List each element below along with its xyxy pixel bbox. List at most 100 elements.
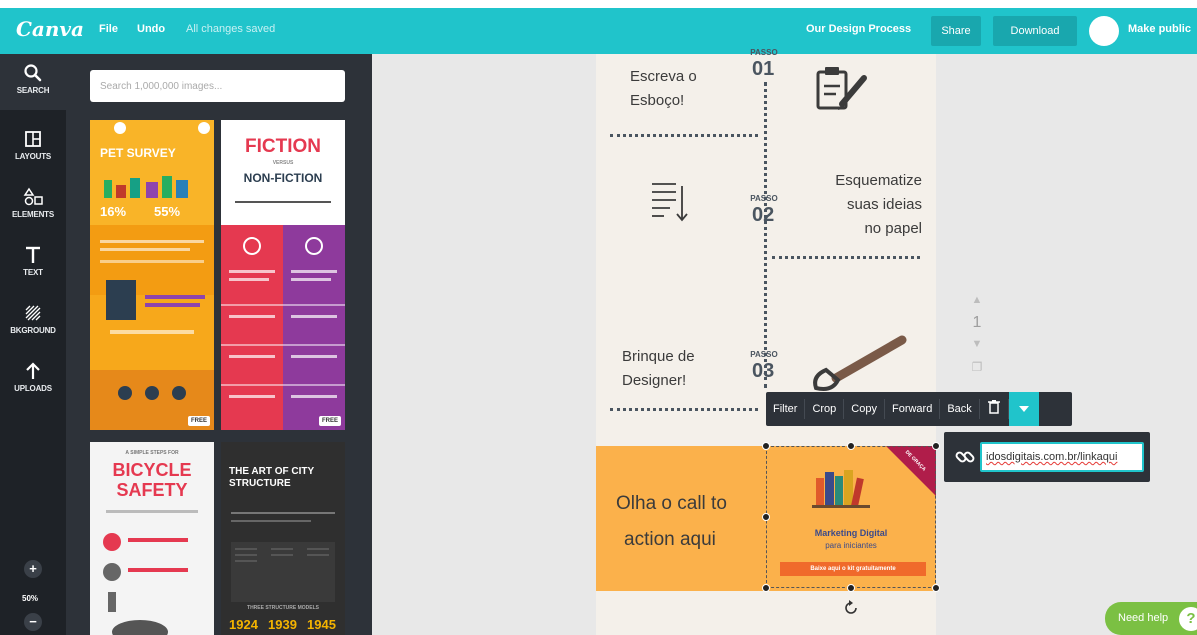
city-title-2: STRUCTURE	[229, 478, 291, 489]
pet-survey-art	[90, 120, 214, 430]
bicycle-title-1: BICYCLE	[112, 460, 192, 480]
city-year-3: 1945	[307, 617, 336, 632]
step2-text-1[interactable]: Esquematize	[792, 170, 922, 192]
page-number: 1	[972, 314, 982, 331]
step2-text-3[interactable]: no papel	[792, 218, 922, 240]
forward-button[interactable]: Forward	[885, 392, 939, 426]
copy-button[interactable]: Copy	[844, 392, 884, 426]
zoom-out-button[interactable]: −	[24, 613, 42, 631]
background-icon	[25, 305, 41, 321]
fiction-versus: VERSUS	[272, 160, 294, 166]
step1-text-2[interactable]: Esboço!	[630, 90, 684, 112]
crop-button[interactable]: Crop	[805, 392, 843, 426]
move-page-down-icon[interactable]: ▼	[962, 338, 992, 350]
timeline-spine	[764, 82, 767, 388]
resize-handle-tr[interactable]	[932, 442, 940, 450]
design-canvas: Escreva o Esboço! PASSO 01 PASSO 02 Esqu…	[372, 48, 1197, 635]
cta-text-2[interactable]: action aqui	[624, 526, 716, 554]
pet-survey-title: PET SURVEY	[100, 146, 176, 160]
tool-background[interactable]: BKGROUND	[0, 294, 66, 350]
fiction-title: FICTION	[245, 136, 321, 157]
template-pet-survey[interactable]: PET SURVEY 16% 55% FREE	[90, 120, 214, 430]
element-action-bar: Filter Crop Copy Forward Back	[766, 392, 1072, 426]
resize-handle-br[interactable]	[932, 584, 940, 592]
zoom-in-button[interactable]: +	[24, 560, 42, 578]
upload-icon	[26, 362, 40, 379]
resize-handle-left[interactable]	[762, 513, 770, 521]
step2-text-2[interactable]: suas ideias	[792, 194, 922, 216]
template-fiction[interactable]: FICTION VERSUS NON-FICTION FREE	[221, 120, 345, 430]
paintbrush-icon[interactable]	[802, 332, 912, 394]
step3-text-2[interactable]: Designer!	[622, 370, 686, 392]
duplicate-page-icon[interactable]: ❐	[962, 360, 992, 374]
undo-button[interactable]: Undo	[137, 23, 165, 35]
cta-text-1[interactable]: Olha o call to	[616, 490, 727, 518]
step2-label: PASSO	[750, 194, 778, 203]
free-badge: FREE	[318, 416, 341, 426]
city-title-1: THE ART OF CITY	[229, 466, 315, 477]
tool-label: LAYOUTS	[14, 152, 52, 161]
pet-survey-stat-a: 16%	[100, 204, 127, 219]
tool-uploads[interactable]: UPLOADS	[0, 352, 66, 408]
link-popover: idosdigitais.com.br/linkaqui	[944, 432, 1150, 482]
tool-layouts[interactable]: LAYOUTS	[0, 120, 66, 176]
step3-number: 03	[752, 360, 775, 382]
selection-box[interactable]	[766, 446, 936, 588]
canva-logo[interactable]: Canva	[16, 17, 84, 41]
resize-handle-bl[interactable]	[762, 584, 770, 592]
make-public-toggle[interactable]	[1089, 16, 1119, 46]
tool-text[interactable]: TEXT	[0, 236, 66, 292]
resize-handle-top[interactable]	[847, 442, 855, 450]
save-status: All changes saved	[186, 23, 276, 35]
tool-search[interactable]: SEARCH	[0, 54, 66, 110]
rotate-handle-icon[interactable]	[843, 600, 859, 616]
more-options-button[interactable]	[1008, 392, 1039, 426]
tool-label: BKGROUND	[10, 326, 56, 335]
templates-panel: PET SURVEY 16% 55% FREE FICTI	[66, 54, 372, 635]
step1-number: 01	[752, 58, 775, 80]
bicycle-title-2: SAFETY	[116, 480, 188, 500]
tool-label: TEXT	[23, 268, 43, 277]
divider-1	[610, 134, 758, 137]
share-button[interactable]: Share	[931, 16, 981, 46]
tool-label: UPLOADS	[14, 384, 52, 393]
step3-text-1[interactable]: Brinque de	[622, 346, 695, 368]
clipboard-pencil-icon[interactable]	[812, 64, 872, 116]
move-page-up-icon[interactable]: ▲	[962, 294, 992, 306]
image-search-input[interactable]	[90, 70, 345, 102]
need-help-label: Need help	[1118, 612, 1169, 624]
left-toolbar: SEARCH LAYOUTS ELEMENTS TEXT BKGROUND UP…	[0, 54, 66, 635]
video-caption-strip	[0, 0, 1197, 8]
link-url-input[interactable]: idosdigitais.com.br/linkaqui	[980, 442, 1144, 472]
chevron-down-icon	[1018, 406, 1029, 412]
delete-button[interactable]	[980, 399, 1008, 419]
divider-2	[772, 256, 920, 259]
resize-handle-bottom[interactable]	[847, 584, 855, 592]
filter-button[interactable]: Filter	[766, 392, 804, 426]
list-sort-icon[interactable]	[650, 180, 690, 224]
template-city-structure[interactable]: THE ART OF CITY STRUCTURE THREE STRUCTUR…	[221, 442, 345, 635]
bicycle-kicker: A SIMPLE STEPS FOR	[125, 450, 179, 456]
step1-text-1[interactable]: Escreva o	[630, 66, 697, 88]
free-badge: FREE	[187, 416, 210, 426]
text-icon	[26, 246, 40, 263]
link-url-text: idosdigitais.com.br/linkaqui	[986, 451, 1118, 463]
shapes-icon	[23, 187, 43, 206]
tool-label: ELEMENTS	[12, 210, 54, 219]
fiction-subtitle: NON-FICTION	[243, 171, 323, 185]
resize-handle-tl[interactable]	[762, 442, 770, 450]
canva-editor: Canva File Undo All changes saved Our De…	[0, 0, 1197, 635]
template-bicycle-safety[interactable]: A SIMPLE STEPS FOR BICYCLE SAFETY	[90, 442, 214, 635]
download-button[interactable]: Download	[993, 16, 1077, 46]
city-models-label: THREE STRUCTURE MODELS	[247, 605, 319, 611]
pet-survey-stat-b: 55%	[154, 204, 181, 219]
document-title[interactable]: Our Design Process	[806, 23, 911, 35]
tool-elements[interactable]: ELEMENTS	[0, 178, 66, 234]
city-year-1: 1924	[229, 617, 258, 632]
file-menu[interactable]: File	[99, 23, 118, 35]
city-year-2: 1939	[268, 617, 297, 632]
need-help-button[interactable]: Need help ?	[1105, 602, 1197, 635]
link-icon[interactable]	[954, 446, 976, 468]
back-button[interactable]: Back	[940, 392, 978, 426]
tool-label: SEARCH	[16, 86, 50, 95]
